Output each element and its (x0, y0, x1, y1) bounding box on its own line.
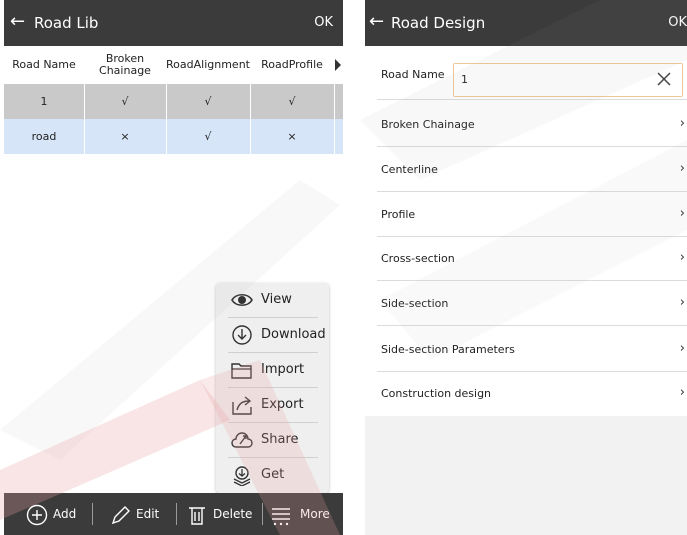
get-icon (233, 466, 251, 486)
table-cell: √ (204, 130, 212, 143)
plus-circle-icon (26, 504, 48, 526)
divider (377, 325, 687, 326)
menu-item-label: Import (261, 362, 305, 377)
road-name-input[interactable]: 1 (453, 63, 683, 97)
cloud-share-icon (231, 432, 253, 448)
list-item-broken-chainage[interactable]: Broken Chainage › (365, 103, 687, 147)
table-cell: √ (121, 95, 129, 108)
menu-item-label: Get (261, 467, 285, 482)
column-divider (84, 84, 85, 154)
road-name-row: Road Name 1 (365, 52, 687, 97)
folder-icon (231, 363, 252, 379)
menu-item-import[interactable]: Import (216, 353, 329, 388)
page-title: Road Design (391, 14, 486, 32)
toolbar-divider (176, 503, 177, 525)
list-item-side-section-parameters[interactable]: Side-section Parameters › (365, 328, 687, 372)
table-cell: × (287, 130, 297, 143)
list-item-profile[interactable]: Profile › (365, 193, 687, 237)
column-header-road-alignment[interactable]: RoadAlignment (166, 46, 250, 84)
table-row[interactable]: 1 √ √ √ (4, 84, 343, 119)
divider (377, 99, 687, 100)
more-popup-menu: View Download Import Export Share Get (216, 283, 329, 493)
menu-item-label: Download (261, 327, 326, 342)
app-bar: ← Road Design OK (365, 0, 687, 46)
add-label: Add (53, 507, 77, 521)
list-item-label: Side-section Parameters (381, 343, 515, 356)
export-icon (232, 396, 252, 415)
column-divider (250, 84, 251, 154)
table-cell: √ (288, 95, 296, 108)
table-row[interactable]: road × √ × (4, 119, 343, 154)
list-item-label: Broken Chainage (381, 118, 475, 131)
ok-button[interactable]: OK (314, 15, 333, 31)
list-item-centerline[interactable]: Centerline › (365, 148, 687, 192)
menu-item-label: View (261, 292, 292, 307)
menu-item-share[interactable]: Share (216, 423, 329, 458)
menu-item-export[interactable]: Export (216, 388, 329, 423)
toolbar-divider (92, 503, 93, 525)
download-icon (232, 325, 252, 345)
page-title: Road Lib (34, 14, 99, 32)
back-arrow-icon[interactable]: ← (10, 12, 25, 32)
chevron-right-icon: › (679, 385, 685, 400)
clear-icon[interactable] (656, 71, 672, 87)
chevron-right-icon: › (679, 295, 685, 310)
column-header-road-profile[interactable]: RoadProfile (250, 46, 334, 84)
menu-item-view[interactable]: View (216, 283, 329, 318)
trash-icon (189, 507, 205, 525)
list-item-label: Profile (381, 208, 416, 221)
road-design-list: Road Name 1 Broken Chainage › Centerline… (365, 46, 687, 416)
app-bar: ← Road Lib OK (4, 0, 343, 46)
road-name-value: 1 (461, 73, 468, 86)
add-button[interactable]: Add (4, 493, 90, 535)
eye-icon (231, 293, 253, 307)
edit-label: Edit (136, 507, 160, 521)
column-divider (166, 84, 167, 154)
scroll-right-icon[interactable] (335, 59, 341, 71)
list-item-label: Centerline (381, 163, 438, 176)
chevron-right-icon: › (679, 206, 685, 221)
delete-label: Delete (213, 507, 253, 521)
list-item-cross-section[interactable]: Cross-section › (365, 237, 687, 281)
chevron-right-icon: › (679, 161, 685, 176)
menu-item-label: Export (261, 397, 304, 412)
delete-button[interactable]: Delete (178, 493, 260, 535)
menu-item-download[interactable]: Download (216, 318, 329, 353)
list-item-construction-design[interactable]: Construction design › (365, 372, 687, 416)
column-divider (334, 84, 335, 154)
divider (377, 191, 687, 192)
more-label: More (300, 507, 330, 521)
toolbar-divider (262, 503, 263, 525)
list-item-label: Side-section (381, 297, 449, 310)
ok-button[interactable]: OK (668, 15, 687, 31)
table-header: Road Name Broken Chainage RoadAlignment … (4, 46, 343, 85)
chevron-right-icon: › (679, 341, 685, 356)
chevron-right-icon: › (679, 250, 685, 265)
more-menu-icon (272, 508, 290, 526)
back-arrow-icon[interactable]: ← (369, 12, 384, 32)
pencil-icon (111, 506, 130, 525)
chevron-right-icon: › (679, 116, 685, 131)
table-cell: road (31, 130, 57, 143)
road-name-label: Road Name (381, 68, 445, 81)
list-item-side-section[interactable]: Side-section › (365, 282, 687, 326)
divider (377, 280, 687, 281)
bottom-toolbar: Add Edit Delete More (4, 493, 343, 535)
list-item-label: Construction design (381, 387, 492, 400)
road-lib-screen: ← Road Lib OK Road Name Broken Chainage … (4, 0, 343, 535)
more-button[interactable]: More (264, 493, 343, 535)
table-cell: 1 (40, 95, 48, 108)
table-cell: × (120, 130, 130, 143)
edit-button[interactable]: Edit (94, 493, 174, 535)
menu-item-label: Share (261, 432, 299, 447)
list-item-label: Cross-section (381, 252, 455, 265)
menu-item-get[interactable]: Get (216, 458, 329, 493)
table-cell: √ (204, 95, 212, 108)
column-header-broken-chainage[interactable]: Broken Chainage (84, 46, 166, 84)
road-design-screen: ← Road Design OK Road Name 1 Broken Chai… (365, 0, 687, 535)
divider (377, 146, 687, 147)
column-header-road-name[interactable]: Road Name (4, 46, 84, 84)
